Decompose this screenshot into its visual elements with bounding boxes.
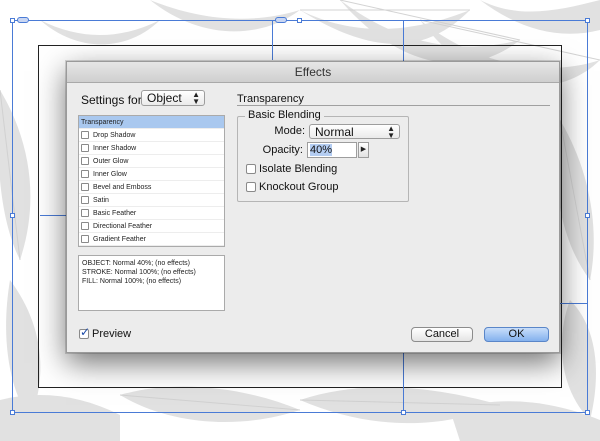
mode-select[interactable]: Normal ▲ ▼ xyxy=(309,124,400,140)
knockout-group-label: Knockout Group xyxy=(259,181,339,193)
effect-checkbox[interactable] xyxy=(81,209,89,217)
preview-checkbox[interactable] xyxy=(79,326,90,340)
effect-checkbox[interactable] xyxy=(81,235,89,243)
cancel-button[interactable]: Cancel xyxy=(411,327,473,342)
knockout-group-checkbox[interactable] xyxy=(246,182,256,193)
anchor-handle-left[interactable] xyxy=(17,17,29,23)
effect-item[interactable]: Satin xyxy=(79,194,224,207)
effect-item-label: Inner Glow xyxy=(93,171,127,178)
anchor-handle-mid[interactable] xyxy=(275,17,287,23)
dialog-title[interactable]: Effects xyxy=(67,62,559,83)
opacity-label: Opacity: xyxy=(262,144,303,156)
effect-checkbox[interactable] xyxy=(81,157,89,165)
section-title: Transparency xyxy=(237,93,304,105)
column-guide-left xyxy=(272,20,273,60)
summary-line-fill: FILL: Normal 100%; (no effects) xyxy=(82,278,182,285)
isolate-blending-checkbox[interactable] xyxy=(246,164,256,175)
effect-item-label: Basic Feather xyxy=(93,210,137,217)
effect-item-label: Drop Shadow xyxy=(93,132,136,139)
effect-item-label: Gradient Feather xyxy=(93,236,146,243)
section-divider xyxy=(237,105,550,106)
resize-handle-bl[interactable] xyxy=(10,410,15,415)
knockout-group-row[interactable]: Knockout Group xyxy=(246,181,339,194)
effect-checkbox[interactable] xyxy=(81,183,89,191)
up-down-arrows-icon: ▲ ▼ xyxy=(192,90,200,106)
effect-item[interactable]: Directional Feather xyxy=(79,220,224,233)
effect-item-label: Bevel and Emboss xyxy=(93,184,152,191)
isolate-blending-row[interactable]: Isolate Blending xyxy=(246,163,337,176)
effect-item-label: Outer Glow xyxy=(93,158,129,165)
row-guide-left xyxy=(40,215,66,216)
resize-handle-br[interactable] xyxy=(585,410,590,415)
isolate-blending-label: Isolate Blending xyxy=(259,163,338,175)
effect-checkbox[interactable] xyxy=(81,144,89,152)
effect-item[interactable]: Inner Glow xyxy=(79,168,224,181)
effects-dialog: Effects Settings for: Object ▲ ▼ Transpar… xyxy=(66,61,560,353)
effect-checkbox[interactable] xyxy=(81,196,89,204)
mode-label: Mode: xyxy=(274,125,305,137)
effect-item[interactable]: Inner Shadow xyxy=(79,142,224,155)
effects-list[interactable]: Transparency Drop Shadow Inner Shadow Outer… xyxy=(78,115,225,247)
resize-handle-bm[interactable] xyxy=(401,410,406,415)
effect-item[interactable]: Transparency xyxy=(79,116,224,129)
opacity-input[interactable]: 40% xyxy=(307,142,357,158)
effect-item-label: Directional Feather xyxy=(93,223,153,230)
preview-label: Preview xyxy=(92,328,132,340)
resize-handle-mr[interactable] xyxy=(585,213,590,218)
resize-handle-tm[interactable] xyxy=(297,18,302,23)
up-down-arrows-icon: ▲ ▼ xyxy=(387,124,395,140)
summary-line-stroke: STROKE: Normal 100%; (no effects) xyxy=(82,269,196,276)
effect-item-label: Inner Shadow xyxy=(93,145,137,152)
effect-checkbox[interactable] xyxy=(81,170,89,178)
effect-item-label: Satin xyxy=(93,197,109,204)
effect-item[interactable]: Drop Shadow xyxy=(79,129,224,142)
effect-checkbox[interactable] xyxy=(81,222,89,230)
effect-item[interactable]: Outer Glow xyxy=(79,155,224,168)
preview-row[interactable]: Preview xyxy=(79,326,132,341)
summary-line-object: OBJECT: Normal 40%; (no effects) xyxy=(82,260,191,267)
selection-guide-bottom xyxy=(12,412,588,413)
ok-button[interactable]: OK xyxy=(484,327,549,342)
effect-item[interactable]: Bevel and Emboss xyxy=(79,181,224,194)
row-guide-right xyxy=(560,303,588,304)
settings-for-value: Object xyxy=(147,91,182,105)
effects-summary: OBJECT: Normal 40%; (no effects) STROKE:… xyxy=(78,255,225,311)
resize-handle-ml[interactable] xyxy=(10,213,15,218)
settings-for-select[interactable]: Object ▲ ▼ xyxy=(141,90,205,106)
resize-handle-tr[interactable] xyxy=(585,18,590,23)
effect-item-label: Transparency xyxy=(81,119,124,126)
mode-value: Normal xyxy=(315,125,354,139)
document-canvas[interactable]: Effects Settings for: Object ▲ ▼ Transpar… xyxy=(0,0,600,441)
effect-item[interactable]: Basic Feather xyxy=(79,207,224,220)
triangle-right-icon[interactable]: ▶ xyxy=(358,142,369,158)
effect-checkbox[interactable] xyxy=(81,131,89,139)
settings-for-label: Settings for: xyxy=(81,93,146,107)
resize-handle-tl[interactable] xyxy=(10,18,15,23)
effect-item[interactable]: Gradient Feather xyxy=(79,233,224,246)
basic-blending-legend: Basic Blending xyxy=(245,109,324,121)
opacity-value: 40% xyxy=(310,144,333,156)
